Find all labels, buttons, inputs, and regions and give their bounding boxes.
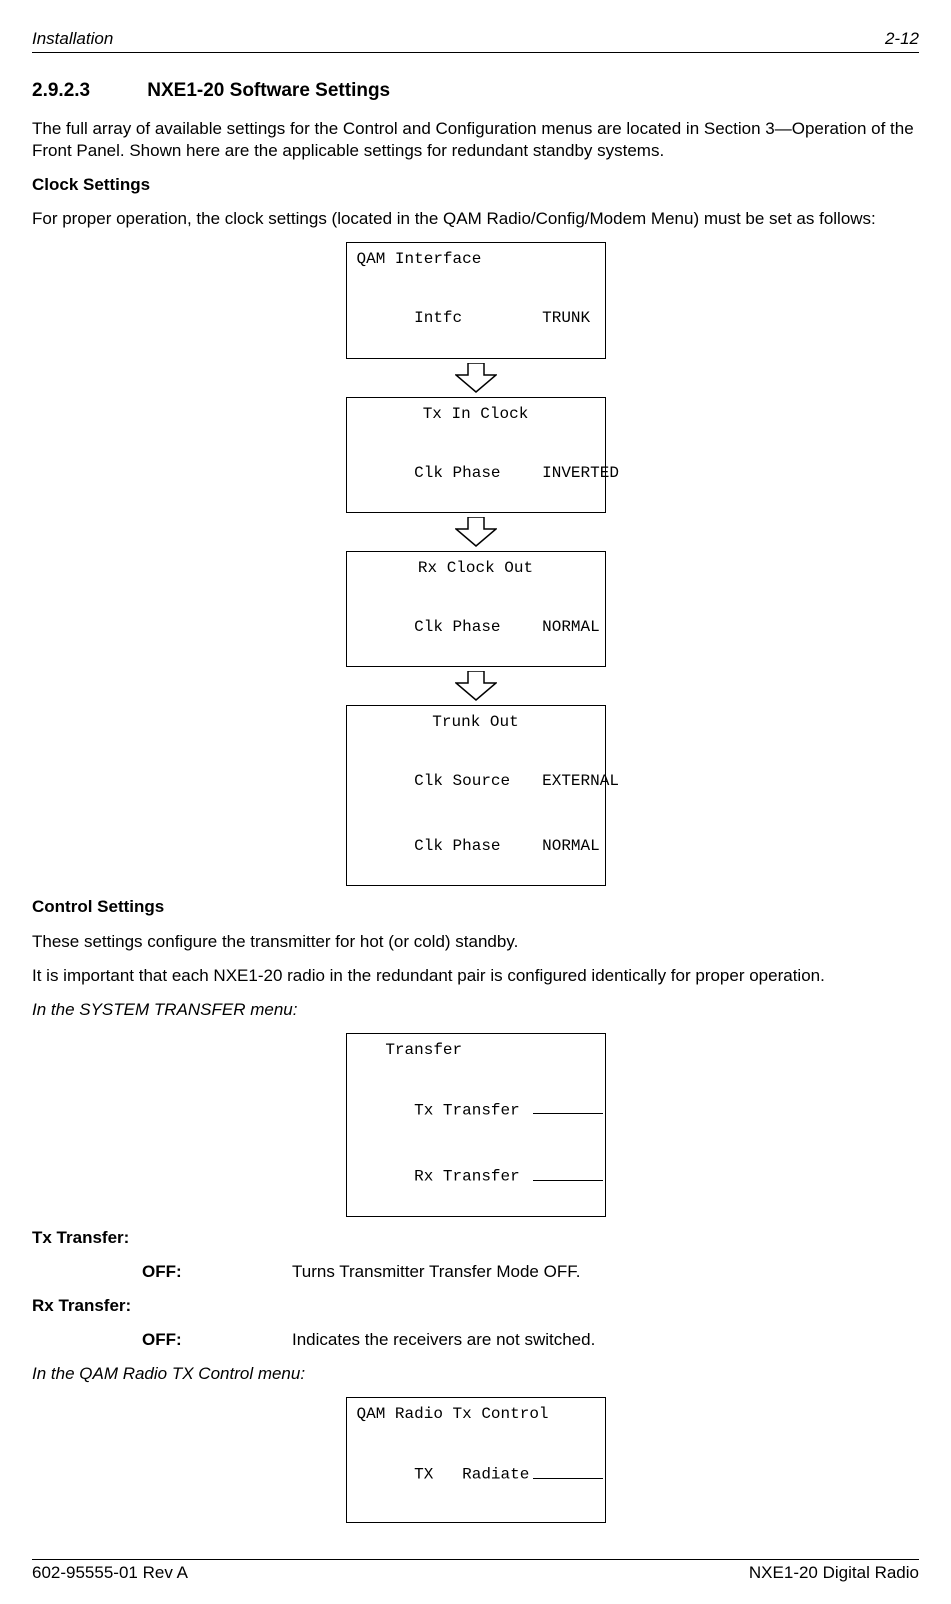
menu-box-trunk-out: Trunk Out Clk SourceEXTERNAL Clk PhaseNO… <box>346 705 606 886</box>
section-title: NXE1-20 Software Settings <box>147 80 390 101</box>
clock-menu-sequence: QAM Interface IntfcTRUNK Tx In Clock Clk… <box>32 242 919 886</box>
down-arrow-icon <box>455 517 497 547</box>
footer-left: 602-95555-01 Rev A <box>32 1562 188 1584</box>
menu-row-value: INVERTED <box>542 464 619 482</box>
intro-paragraph: The full array of available settings for… <box>32 118 919 162</box>
menu-row-value: NORMAL <box>542 618 600 636</box>
menu-box-tx-in-clock: Tx In Clock Clk PhaseINVERTED <box>346 397 606 513</box>
down-arrow-icon <box>455 671 497 701</box>
section-heading: 2.9.2.3 NXE1-20 Software Settings <box>32 79 919 104</box>
rx-transfer-heading: Rx Transfer: <box>32 1295 919 1317</box>
menu-title: Tx In Clock <box>357 404 595 426</box>
footer-right: NXE1-20 Digital Radio <box>749 1562 919 1584</box>
menu-row-label: Rx Transfer <box>414 1168 520 1186</box>
transfer-menu: Transfer Tx Transfer Rx Transfer <box>32 1033 919 1217</box>
down-arrow-icon <box>455 363 497 393</box>
definition-term: OFF: <box>142 1261 292 1283</box>
menu-row-label: TX Radiate <box>414 1466 529 1484</box>
definition-row: OFF: Indicates the receivers are not swi… <box>142 1329 919 1351</box>
menu-row-label: Clk Source <box>414 771 542 793</box>
menu-row-label: Tx Transfer <box>414 1101 520 1119</box>
clock-settings-heading: Clock Settings <box>32 174 919 196</box>
menu-title: QAM Interface <box>357 249 595 271</box>
menu-row-label: Clk Phase <box>414 463 542 485</box>
menu-row-label: Clk Phase <box>414 617 542 639</box>
txctrl-menu: QAM Radio Tx Control TX Radiate <box>32 1397 919 1523</box>
menu-row: IntfcTRUNK <box>357 287 595 352</box>
menu-row-label: Clk Phase <box>414 836 542 858</box>
menu-row: Clk PhaseNORMAL <box>357 596 595 661</box>
menu-title: Transfer <box>357 1040 595 1062</box>
blank-line <box>533 1099 603 1114</box>
definition-row: OFF: Turns Transmitter Transfer Mode OFF… <box>142 1261 919 1283</box>
menu-row-value: EXTERNAL <box>542 772 619 790</box>
header-right: 2-12 <box>885 28 919 50</box>
menu-row-label: Intfc <box>414 308 542 330</box>
menu-row: Clk PhaseINVERTED <box>357 441 595 506</box>
menu-title: Trunk Out <box>357 712 595 734</box>
menu-title-text: Transfer <box>385 1041 462 1059</box>
definition-term: OFF: <box>142 1329 292 1351</box>
menu-row: TX Radiate <box>357 1442 595 1508</box>
menu-box-tx-control: QAM Radio Tx Control TX Radiate <box>346 1397 606 1523</box>
menu-row: Clk PhaseNORMAL <box>357 815 595 880</box>
menu-row: Clk SourceEXTERNAL <box>357 750 595 815</box>
menu-box-rx-clock-out: Rx Clock Out Clk PhaseNORMAL <box>346 551 606 667</box>
menu-title: Rx Clock Out <box>357 558 595 580</box>
control-settings-heading: Control Settings <box>32 896 919 918</box>
menu-row: Rx Transfer <box>357 1144 595 1210</box>
section-number: 2.9.2.3 <box>32 79 142 104</box>
system-transfer-lead: In the SYSTEM TRANSFER menu: <box>32 999 919 1021</box>
control-para2: It is important that each NXE1-20 radio … <box>32 965 919 987</box>
clock-lead: For proper operation, the clock settings… <box>32 208 919 230</box>
menu-row-value: NORMAL <box>542 837 600 855</box>
menu-row: Tx Transfer <box>357 1077 595 1143</box>
definition-desc: Indicates the receivers are not switched… <box>292 1329 595 1351</box>
tx-transfer-heading: Tx Transfer: <box>32 1227 919 1249</box>
definition-desc: Turns Transmitter Transfer Mode OFF. <box>292 1261 580 1283</box>
menu-title: QAM Radio Tx Control <box>357 1404 595 1426</box>
blank-line <box>533 1165 603 1180</box>
menu-box-transfer: Transfer Tx Transfer Rx Transfer <box>346 1033 606 1217</box>
header-left: Installation <box>32 28 113 50</box>
page-header: Installation 2-12 <box>32 28 919 53</box>
qam-txctrl-lead: In the QAM Radio TX Control menu: <box>32 1363 919 1385</box>
blank-line <box>533 1463 603 1478</box>
control-para1: These settings configure the transmitter… <box>32 931 919 953</box>
menu-row-value: TRUNK <box>542 309 590 327</box>
menu-box-qam-interface: QAM Interface IntfcTRUNK <box>346 242 606 358</box>
page-footer: 602-95555-01 Rev A NXE1-20 Digital Radio <box>32 1559 919 1584</box>
